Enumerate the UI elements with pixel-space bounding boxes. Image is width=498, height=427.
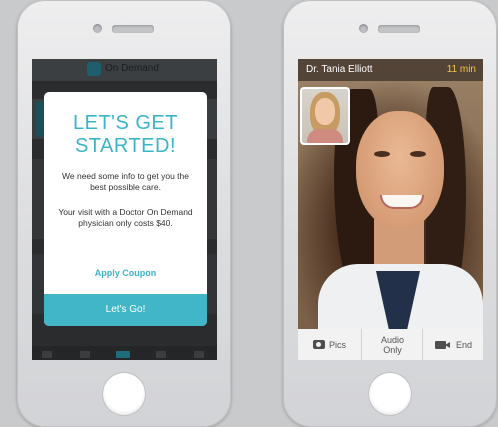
- tab-icon[interactable]: [80, 351, 90, 358]
- call-duration: 11 min: [446, 64, 476, 75]
- end-call-button[interactable]: End: [422, 329, 483, 360]
- doctor-name: Dr. Tania Elliott: [306, 64, 373, 75]
- camera-icon: [312, 340, 325, 349]
- call-controls: Pics Audio Only End: [298, 329, 483, 360]
- app-header: On Demand: [32, 59, 217, 81]
- audio-only-label-line2: Only: [383, 344, 402, 355]
- home-button[interactable]: [103, 373, 145, 415]
- self-view-thumbnail[interactable]: [300, 87, 350, 145]
- speaker-grille: [112, 25, 154, 33]
- speaker-grille: [378, 25, 420, 33]
- doctor-eye-left: [374, 151, 390, 157]
- get-started-modal: LET'S GET STARTED! We need some info to …: [44, 92, 207, 326]
- self-view-body: [307, 129, 343, 143]
- audio-only-label-line1: Audio: [380, 334, 405, 345]
- app-title: On Demand: [105, 63, 159, 74]
- background-accent: [36, 101, 44, 137]
- tab-bar: [32, 346, 217, 360]
- camera-dot: [93, 24, 102, 33]
- tab-icon[interactable]: [42, 351, 52, 358]
- self-view-face: [315, 98, 335, 125]
- modal-price-text: Your visit with a Doctor On Demand physi…: [58, 207, 193, 228]
- lets-go-button[interactable]: Let's Go!: [44, 294, 207, 326]
- doctor-face: [356, 111, 444, 229]
- modal-title-line1: LET'S GET: [72, 112, 178, 134]
- app-logo-icon: [87, 62, 101, 76]
- call-header: Dr. Tania Elliott 11 min: [298, 59, 483, 81]
- tab-icon[interactable]: [156, 351, 166, 358]
- tab-icon[interactable]: [194, 351, 204, 358]
- modal-title: LET'S GET STARTED!: [44, 112, 207, 158]
- pics-button[interactable]: Pics: [298, 329, 361, 360]
- modal-title-line2: STARTED!: [74, 135, 177, 157]
- video-call-screen: Dr. Tania Elliott 11 min Pics Audio Only…: [298, 59, 483, 360]
- phone-right: Dr. Tania Elliott 11 min Pics Audio Only…: [283, 0, 497, 427]
- phone-left: On Demand LET'S GET STARTED! We need som…: [17, 0, 231, 427]
- home-button[interactable]: [369, 373, 411, 415]
- modal-intro-text: We need some info to get you the best po…: [62, 171, 189, 192]
- end-label: End: [455, 339, 472, 350]
- doctor-eye-right: [410, 151, 426, 157]
- audio-only-label: Audio Only: [381, 335, 404, 355]
- doctor-smile: [380, 195, 424, 209]
- app-screen-dimmed: On Demand LET'S GET STARTED! We need som…: [32, 59, 217, 360]
- audio-only-button[interactable]: Audio Only: [361, 329, 423, 360]
- pics-label: Pics: [328, 339, 346, 350]
- video-camera-icon: [434, 340, 450, 349]
- apply-coupon-link[interactable]: Apply Coupon: [44, 268, 207, 278]
- tab-icon-video[interactable]: [116, 351, 130, 358]
- camera-dot: [359, 24, 368, 33]
